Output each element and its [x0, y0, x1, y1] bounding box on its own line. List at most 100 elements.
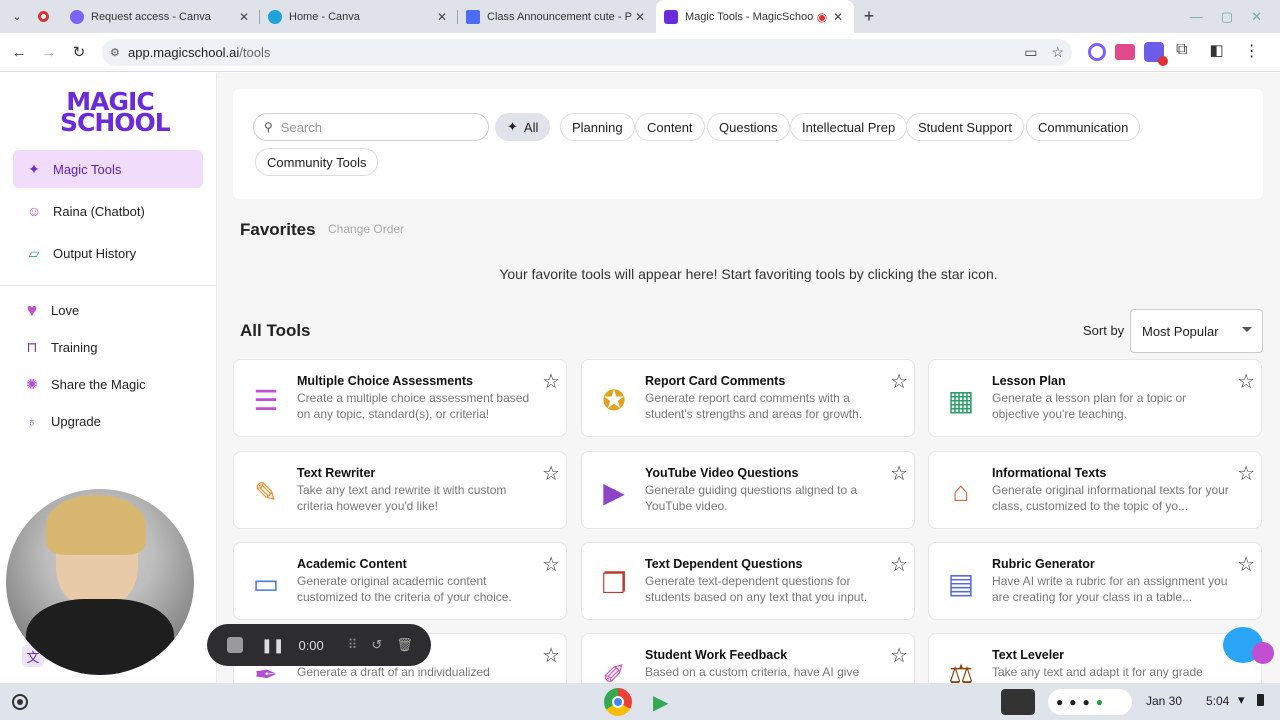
- open-book-icon: ❐: [601, 567, 627, 599]
- webcam-overlay[interactable]: [6, 489, 194, 675]
- assistant-brain-icon[interactable]: [1252, 642, 1274, 664]
- back-arrow-icon[interactable]: ←: [4, 44, 34, 61]
- shelf-time[interactable]: 5:04: [1206, 694, 1229, 708]
- tab-search-chevron-icon[interactable]: ⌄: [0, 0, 34, 33]
- chip-label: Planning: [572, 119, 623, 135]
- magicschool-logo[interactable]: MAGIC SCHOOL: [60, 89, 171, 139]
- extension-canva-icon[interactable]: [1088, 43, 1106, 61]
- tray-controls[interactable]: ● ● ● ●: [1048, 689, 1132, 715]
- play-store-icon[interactable]: ▶: [653, 690, 668, 715]
- launcher-icon[interactable]: [12, 693, 28, 710]
- menu-dots-icon[interactable]: ⋮: [1244, 41, 1260, 62]
- sidebar-item-output-history[interactable]: ▱ Output History: [13, 234, 203, 272]
- tool-card[interactable]: ▶ YouTube Video Questions Generate guiding…: [581, 451, 915, 529]
- tool-card[interactable]: ⌂ Informational Texts Generate original in…: [928, 451, 1262, 529]
- filter-panel: ⚲ Search ✦ All Planning Content Questions…: [233, 89, 1263, 199]
- restart-icon[interactable]: ↺: [371, 637, 382, 653]
- tool-card[interactable]: ⚖ Text Leveler Take any text and adapt it …: [928, 633, 1262, 683]
- favorite-star-icon[interactable]: ☆: [890, 646, 908, 666]
- recording-tab[interactable]: [34, 0, 62, 33]
- favorite-star-icon[interactable]: ☆: [1237, 555, 1255, 575]
- tool-card[interactable]: ▤ Rubric Generator Have AI write a rubric …: [928, 542, 1262, 620]
- close-tab-icon[interactable]: ✕: [434, 10, 450, 24]
- minimize-icon[interactable]: —: [1190, 9, 1203, 24]
- marker-icon: ✐: [602, 658, 626, 684]
- pause-icon[interactable]: ❚❚: [261, 637, 284, 654]
- favorite-star-icon[interactable]: ☆: [542, 464, 560, 484]
- tool-card[interactable]: ▭ Academic Content Generate original acade…: [233, 542, 567, 620]
- wifi-icon[interactable]: ▾: [1238, 692, 1245, 708]
- site-info-icon[interactable]: ⚙: [110, 46, 128, 59]
- tool-card[interactable]: ✐ Student Work Feedback Based on a custom …: [581, 633, 915, 683]
- tab-request-access[interactable]: Request access - Canva ✕: [62, 0, 260, 33]
- heart-icon: ♥: [26, 299, 38, 320]
- close-tab-icon[interactable]: ✕: [632, 10, 648, 24]
- filter-chip-questions[interactable]: Questions: [707, 113, 790, 141]
- extension-badge-icon[interactable]: [1144, 42, 1168, 66]
- stop-icon[interactable]: [227, 637, 243, 653]
- filter-chip-communication[interactable]: Communication: [1026, 113, 1141, 141]
- presenter-hair: [46, 495, 146, 555]
- sidebar-item-raina[interactable]: ☺ Raina (Chatbot): [13, 192, 203, 230]
- url-host: app.magicschool.ai: [128, 45, 240, 60]
- tool-card[interactable]: ✪ Report Card Comments Generate report car…: [581, 359, 915, 437]
- trash-icon[interactable]: 🗑: [396, 637, 413, 653]
- favorite-star-icon[interactable]: ☆: [542, 646, 560, 666]
- favorite-star-icon[interactable]: ☆: [1237, 372, 1255, 392]
- puzzle-extensions-icon[interactable]: ⧉: [1176, 41, 1187, 62]
- filter-chip-content[interactable]: Content: [635, 113, 705, 141]
- search-input[interactable]: ⚲ Search: [253, 113, 489, 141]
- reload-icon[interactable]: ↻: [64, 43, 94, 61]
- sort-select[interactable]: Most Popular: [1130, 309, 1263, 353]
- sidebar-item-training[interactable]: ⊓ Training: [13, 329, 203, 365]
- battery-icon[interactable]: [1257, 694, 1264, 706]
- sidebar-item-love[interactable]: ♥ Love: [13, 292, 203, 328]
- filter-chip-community-tools[interactable]: Community Tools: [255, 148, 379, 176]
- new-tab-button[interactable]: +: [854, 0, 884, 33]
- favorite-star-icon[interactable]: ☆: [890, 464, 908, 484]
- sidebar-divider: [0, 285, 216, 286]
- camera-icon[interactable]: ▭: [1024, 44, 1037, 61]
- shelf-date[interactable]: Jan 30: [1146, 694, 1182, 708]
- close-window-icon[interactable]: ✕: [1251, 9, 1262, 25]
- chip-label: Student Support: [918, 119, 1012, 135]
- tool-card[interactable]: ▦ Lesson Plan Generate a lesson plan for a…: [928, 359, 1262, 437]
- bookmark-star-icon[interactable]: ☆: [1051, 44, 1064, 61]
- chrome-app-icon[interactable]: [604, 688, 632, 716]
- tool-card[interactable]: ❐ Text Dependent Questions Generate text-d…: [581, 542, 915, 620]
- status-dot-icon: ●: [1095, 695, 1103, 709]
- sidebar-item-magic-tools[interactable]: ✦ Magic Tools: [13, 150, 203, 188]
- close-tab-icon[interactable]: ✕: [830, 10, 846, 24]
- filter-chip-intellectual-prep[interactable]: Intellectual Prep: [790, 113, 908, 141]
- filter-chip-all[interactable]: ✦ All: [495, 113, 551, 141]
- tab-magic-tools[interactable]: Magic Tools - MagicSchool ◉ ✕: [656, 0, 854, 33]
- sidebar-item-share[interactable]: ✺ Share the Magic: [13, 366, 203, 402]
- tool-card[interactable]: ✎ Text Rewriter Take any text and rewrite …: [233, 451, 567, 529]
- screen-capture-icon[interactable]: [1001, 689, 1035, 715]
- extension-screencast-icon[interactable]: [1115, 44, 1135, 60]
- chip-label: All: [523, 119, 539, 135]
- scale-icon: ⚖: [948, 658, 974, 684]
- favorite-star-icon[interactable]: ☆: [1237, 464, 1255, 484]
- forward-arrow-icon[interactable]: →: [34, 44, 64, 61]
- filter-chip-planning[interactable]: Planning: [560, 113, 635, 141]
- tool-card[interactable]: ☰ Multiple Choice Assessments Create a mul…: [233, 359, 567, 437]
- address-bar[interactable]: ⚙ app.magicschool.ai/tools ▭ ☆: [102, 39, 1072, 66]
- favorite-star-icon[interactable]: ☆: [890, 372, 908, 392]
- url-path: /tools: [239, 45, 271, 60]
- favorite-star-icon[interactable]: ☆: [542, 555, 560, 575]
- change-order-button[interactable]: Change Order: [328, 222, 404, 236]
- drag-handle-icon[interactable]: ⠿: [348, 637, 358, 653]
- tab-home-canva[interactable]: Home - Canva ✕: [260, 0, 458, 33]
- favorite-star-icon[interactable]: ☆: [890, 555, 908, 575]
- favorite-star-icon[interactable]: ☆: [542, 372, 560, 392]
- maximize-icon[interactable]: ▢: [1221, 9, 1233, 25]
- sidebar-item-upgrade[interactable]: ♁ Upgrade: [13, 403, 203, 439]
- close-tab-icon[interactable]: ✕: [236, 10, 252, 24]
- filter-chip-student-support[interactable]: Student Support: [906, 113, 1024, 141]
- main-content: ⚲ Search ✦ All Planning Content Questions…: [217, 73, 1280, 683]
- tab-class-announcement[interactable]: Class Announcement cute - Po... ✕: [458, 0, 656, 33]
- sort-value: Most Popular: [1142, 323, 1219, 339]
- side-panel-icon[interactable]: ◧: [1209, 41, 1223, 62]
- sidebar-item-label: Raina (Chatbot): [53, 203, 145, 219]
